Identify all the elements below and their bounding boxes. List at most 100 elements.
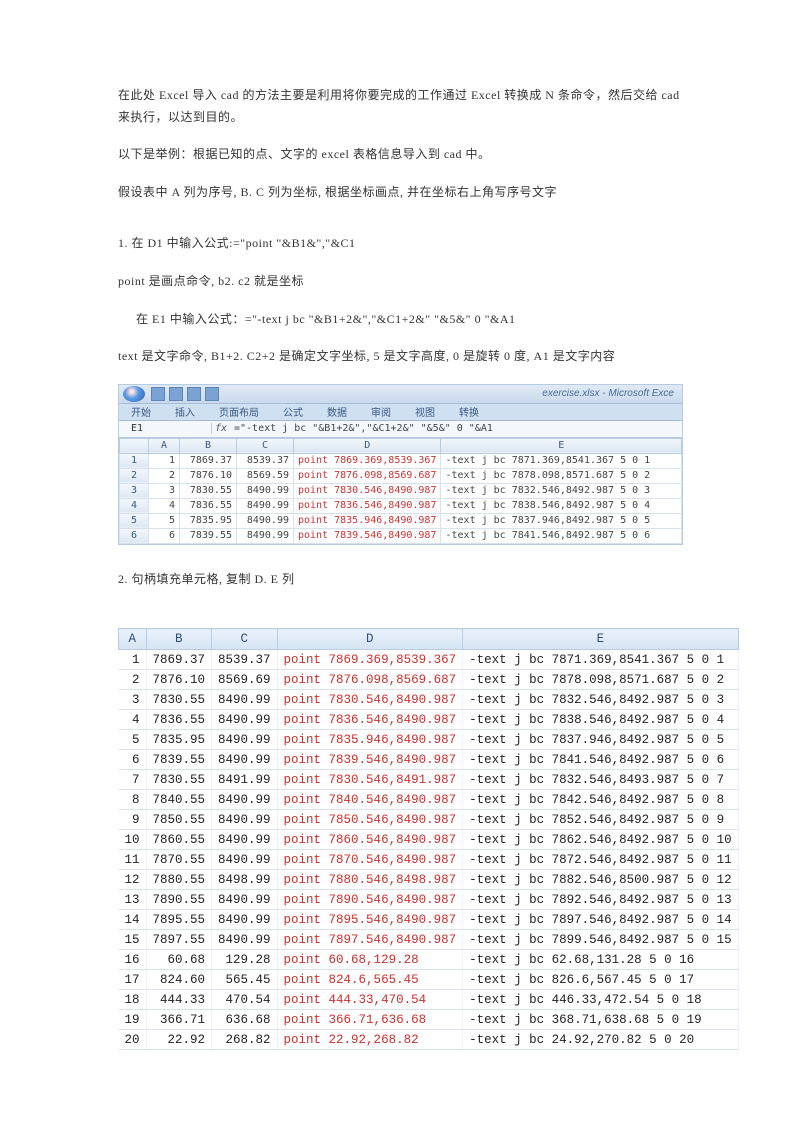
cell: 7895.55: [146, 910, 212, 930]
cell: -text j bc 7841.546,8492.987 5 0 6: [463, 750, 739, 770]
table-row: 18444.33470.54point 444.33,470.54-text j…: [119, 990, 739, 1010]
mini-col-head: D: [294, 438, 441, 453]
cell: point 7830.546,8491.987: [277, 770, 463, 790]
cell: 18: [119, 990, 147, 1010]
cell: point 7835.946,8490.987: [294, 513, 441, 528]
cell: point 7836.546,8490.987: [277, 710, 463, 730]
cell: 6: [119, 750, 147, 770]
paragraph-assume: 假设表中 A 列为序号, B. C 列为坐标, 根据坐标画点, 并在坐标右上角写…: [118, 182, 683, 204]
cell: 366.71: [146, 1010, 212, 1030]
cell: 14: [119, 910, 147, 930]
cell: point 7895.546,8490.987: [277, 910, 463, 930]
cell: 470.54: [212, 990, 278, 1010]
table-row: 107860.558490.99point 7860.546,8490.987-…: [119, 830, 739, 850]
ribbon-tab: 数据: [315, 404, 359, 419]
cell: -text j bc 7832.546,8493.987 5 0 7: [463, 770, 739, 790]
cell: point 7839.546,8490.987: [294, 528, 441, 543]
cell: 7870.55: [146, 850, 212, 870]
cell: 17: [119, 970, 147, 990]
cell: -text j bc 7838.546,8492.987 5 0 4: [441, 498, 682, 513]
paragraph-example: 以下是举例：根据已知的点、文字的 excel 表格信息导入到 cad 中。: [118, 144, 683, 166]
cell: -text j bc 7871.369,8541.367 5 0 1: [463, 650, 739, 670]
cell: point 7860.546,8490.987: [277, 830, 463, 850]
cell: point 7876.098,8569.687: [277, 670, 463, 690]
table-row: 447836.558490.99point 7836.546,8490.987-…: [120, 498, 682, 513]
cell: -text j bc 7842.546,8492.987 5 0 8: [463, 790, 739, 810]
paragraph-point-desc: point 是画点命令, b2. c2 就是坐标: [118, 271, 683, 293]
paragraph-formula-e1: 在 E1 中输入公式：="-text j bc "&B1+2&","&C1+2&…: [118, 309, 683, 331]
table-row: 27876.108569.69point 7876.098,8569.687-t…: [119, 670, 739, 690]
big-col-head: E: [463, 629, 739, 650]
mini-grid: ABCDE 117869.378539.37point 7869.369,853…: [119, 438, 682, 544]
cell: 10: [119, 830, 147, 850]
ribbon-tab: 转换: [447, 404, 491, 419]
cell: 22.92: [146, 1030, 212, 1050]
cell: 8490.99: [212, 810, 278, 830]
cell: -text j bc 826.6,567.45 5 0 17: [463, 970, 739, 990]
cell: 11: [119, 850, 147, 870]
cell: point 7890.546,8490.987: [277, 890, 463, 910]
table-row: 1660.68129.28point 60.68,129.28-text j b…: [119, 950, 739, 970]
cell: point 7840.546,8490.987: [277, 790, 463, 810]
cell: point 7850.546,8490.987: [277, 810, 463, 830]
cell: 8490.99: [212, 830, 278, 850]
cell: 4: [149, 498, 180, 513]
cell: 15: [119, 930, 147, 950]
cell: point 7830.546,8490.987: [277, 690, 463, 710]
cell: 7: [119, 770, 147, 790]
cell: 2: [149, 468, 180, 483]
table-row: 337830.558490.99point 7830.546,8490.987-…: [120, 483, 682, 498]
big-table: ABCDE 17869.378539.37point 7869.369,8539…: [118, 628, 739, 1050]
cell: -text j bc 62.68,131.28 5 0 16: [463, 950, 739, 970]
cell: 2: [119, 670, 147, 690]
cell: point 60.68,129.28: [277, 950, 463, 970]
cell: 8490.99: [212, 910, 278, 930]
cell: 2: [120, 468, 149, 483]
mini-col-head: [120, 438, 149, 453]
ribbon-tab: 视图: [403, 404, 447, 419]
cell: 19: [119, 1010, 147, 1030]
cell: 8490.99: [237, 513, 294, 528]
table-row: 117870.558490.99point 7870.546,8490.987-…: [119, 850, 739, 870]
cell: 7840.55: [146, 790, 212, 810]
cell: 8490.99: [212, 930, 278, 950]
table-row: 17824.60565.45point 824.6,565.45-text j …: [119, 970, 739, 990]
cell: 7860.55: [146, 830, 212, 850]
table-row: 2022.92268.82point 22.92,268.82-text j b…: [119, 1030, 739, 1050]
cell: -text j bc 7878.098,8571.687 5 0 2: [463, 670, 739, 690]
cell: 8490.99: [212, 750, 278, 770]
table-row: 127880.558498.99point 7880.546,8498.987-…: [119, 870, 739, 890]
cell: 824.60: [146, 970, 212, 990]
cell: -text j bc 368.71,638.68 5 0 19: [463, 1010, 739, 1030]
cell: -text j bc 7862.546,8492.987 5 0 10: [463, 830, 739, 850]
cell: point 7870.546,8490.987: [277, 850, 463, 870]
big-col-head: D: [277, 629, 463, 650]
cell: point 7836.546,8490.987: [294, 498, 441, 513]
cell: 1: [120, 453, 149, 468]
cell: 5: [120, 513, 149, 528]
qat-undo-icon: [169, 387, 183, 401]
ribbon-tab: 插入: [163, 404, 207, 419]
cell: 7830.55: [146, 690, 212, 710]
big-col-head: A: [119, 629, 147, 650]
cell: point 7839.546,8490.987: [277, 750, 463, 770]
paragraph-text-desc: text 是文字命令, B1+2. C2+2 是确定文字坐标, 5 是文字高度,…: [118, 346, 683, 368]
table-row: 97850.558490.99point 7850.546,8490.987-t…: [119, 810, 739, 830]
table-row: 67839.558490.99point 7839.546,8490.987-t…: [119, 750, 739, 770]
paragraph-step2: 2. 句柄填充单元格, 复制 D. E 列: [118, 569, 683, 591]
cell: point 7880.546,8498.987: [277, 870, 463, 890]
cell: 636.68: [212, 1010, 278, 1030]
cell: -text j bc 7837.946,8492.987 5 0 5: [463, 730, 739, 750]
table-row: 667839.558490.99point 7839.546,8490.987-…: [120, 528, 682, 543]
cell: -text j bc 7871.369,8541.367 5 0 1: [441, 453, 682, 468]
cell: 4: [120, 498, 149, 513]
table-row: 17869.378539.37point 7869.369,8539.367-t…: [119, 650, 739, 670]
table-row: 557835.958490.99point 7835.946,8490.987-…: [120, 513, 682, 528]
cell: 7869.37: [180, 453, 237, 468]
cell: 13: [119, 890, 147, 910]
cell: point 7869.369,8539.367: [277, 650, 463, 670]
cell: 7835.95: [180, 513, 237, 528]
fx-icon: fx: [212, 423, 230, 434]
excel-window-title: exercise.xlsx - Microsoft Exce: [221, 388, 682, 399]
cell: 8490.99: [212, 690, 278, 710]
